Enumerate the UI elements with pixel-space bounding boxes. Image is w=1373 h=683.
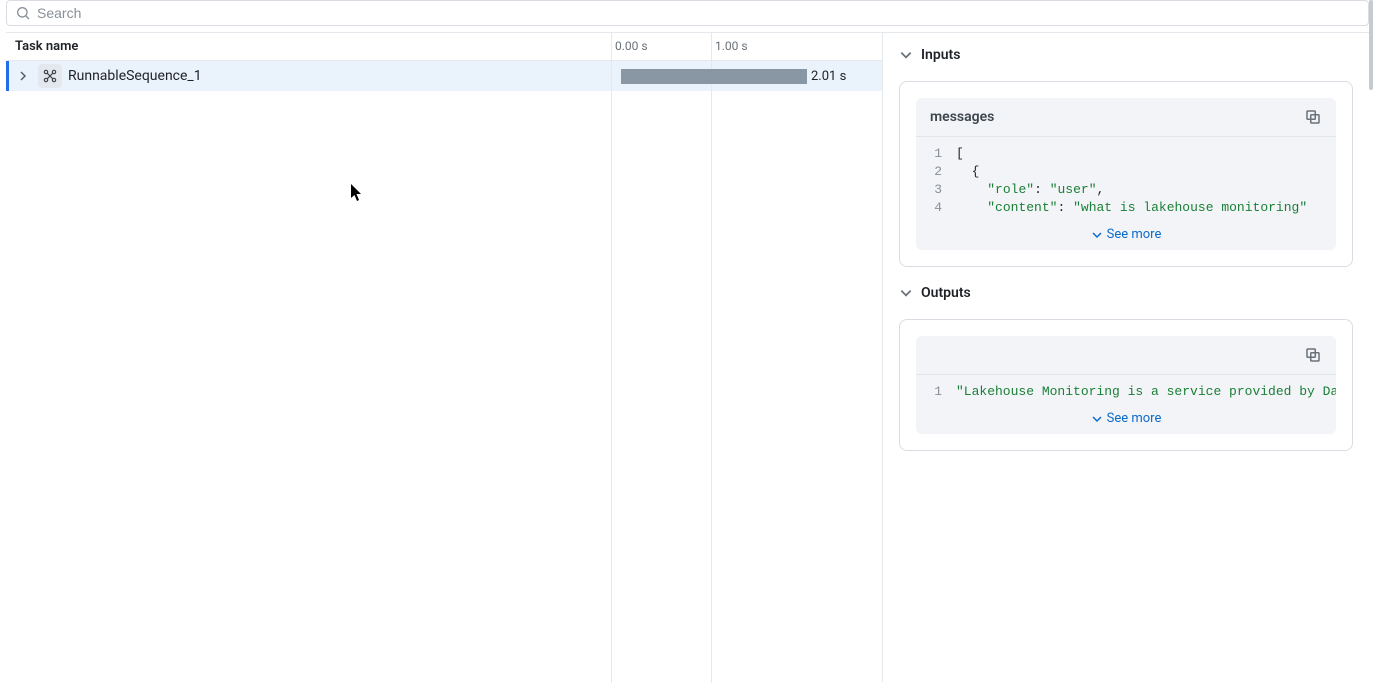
chevron-right-icon (18, 71, 28, 81)
inputs-code-block: messages 1[2 {3 "role": "user",4 "conten… (916, 98, 1336, 250)
search-icon (15, 5, 31, 21)
duration-label: 2.01 s (811, 69, 846, 84)
see-more-button[interactable]: See more (916, 405, 1336, 434)
search-input[interactable] (37, 5, 1360, 21)
details-pane: Inputs messages 1[2 {3 "role": "user",4 … (883, 33, 1369, 682)
time-axis: 0.00 s 1.00 s (603, 33, 882, 60)
inputs-card: messages 1[2 {3 "role": "user",4 "conten… (899, 81, 1353, 267)
expand-toggle[interactable] (14, 67, 32, 85)
inputs-section-header[interactable]: Inputs (899, 47, 1353, 63)
search-bar[interactable] (6, 0, 1369, 26)
inputs-block-title: messages (930, 109, 994, 125)
copy-button[interactable] (1304, 346, 1322, 364)
inputs-code: 1[2 {3 "role": "user",4 "content": "what… (916, 137, 1336, 221)
see-more-label: See more (1107, 411, 1162, 426)
inputs-title: Inputs (921, 47, 960, 63)
copy-button[interactable] (1304, 108, 1322, 126)
outputs-card: 1"Lakehouse Monitoring is a service prov… (899, 319, 1353, 451)
trace-pane: Task name 0.00 s 1.00 s (6, 33, 883, 682)
task-name-header: Task name (6, 39, 603, 54)
see-more-label: See more (1107, 227, 1162, 242)
chevron-down-icon (1091, 413, 1103, 425)
outputs-section-header[interactable]: Outputs (899, 285, 1353, 301)
duration-bar (621, 69, 807, 84)
trace-row[interactable]: RunnableSequence_1 2.01 s (6, 61, 882, 91)
chain-icon (38, 64, 62, 88)
see-more-button[interactable]: See more (916, 221, 1336, 250)
outputs-title: Outputs (921, 285, 971, 301)
tick-label: 0.00 s (615, 39, 648, 53)
chevron-down-icon (899, 48, 913, 62)
tick-label: 1.00 s (715, 39, 748, 53)
chevron-down-icon (899, 286, 913, 300)
outputs-code: 1"Lakehouse Monitoring is a service prov… (916, 375, 1336, 405)
chevron-down-icon (1091, 229, 1103, 241)
trace-bar-cell: 2.01 s (603, 61, 882, 91)
scrollbar[interactable] (1369, 0, 1373, 90)
outputs-code-block: 1"Lakehouse Monitoring is a service prov… (916, 336, 1336, 434)
trace-header: Task name 0.00 s 1.00 s (6, 33, 882, 61)
trace-name: RunnableSequence_1 (68, 68, 202, 84)
cursor-icon (351, 184, 363, 202)
